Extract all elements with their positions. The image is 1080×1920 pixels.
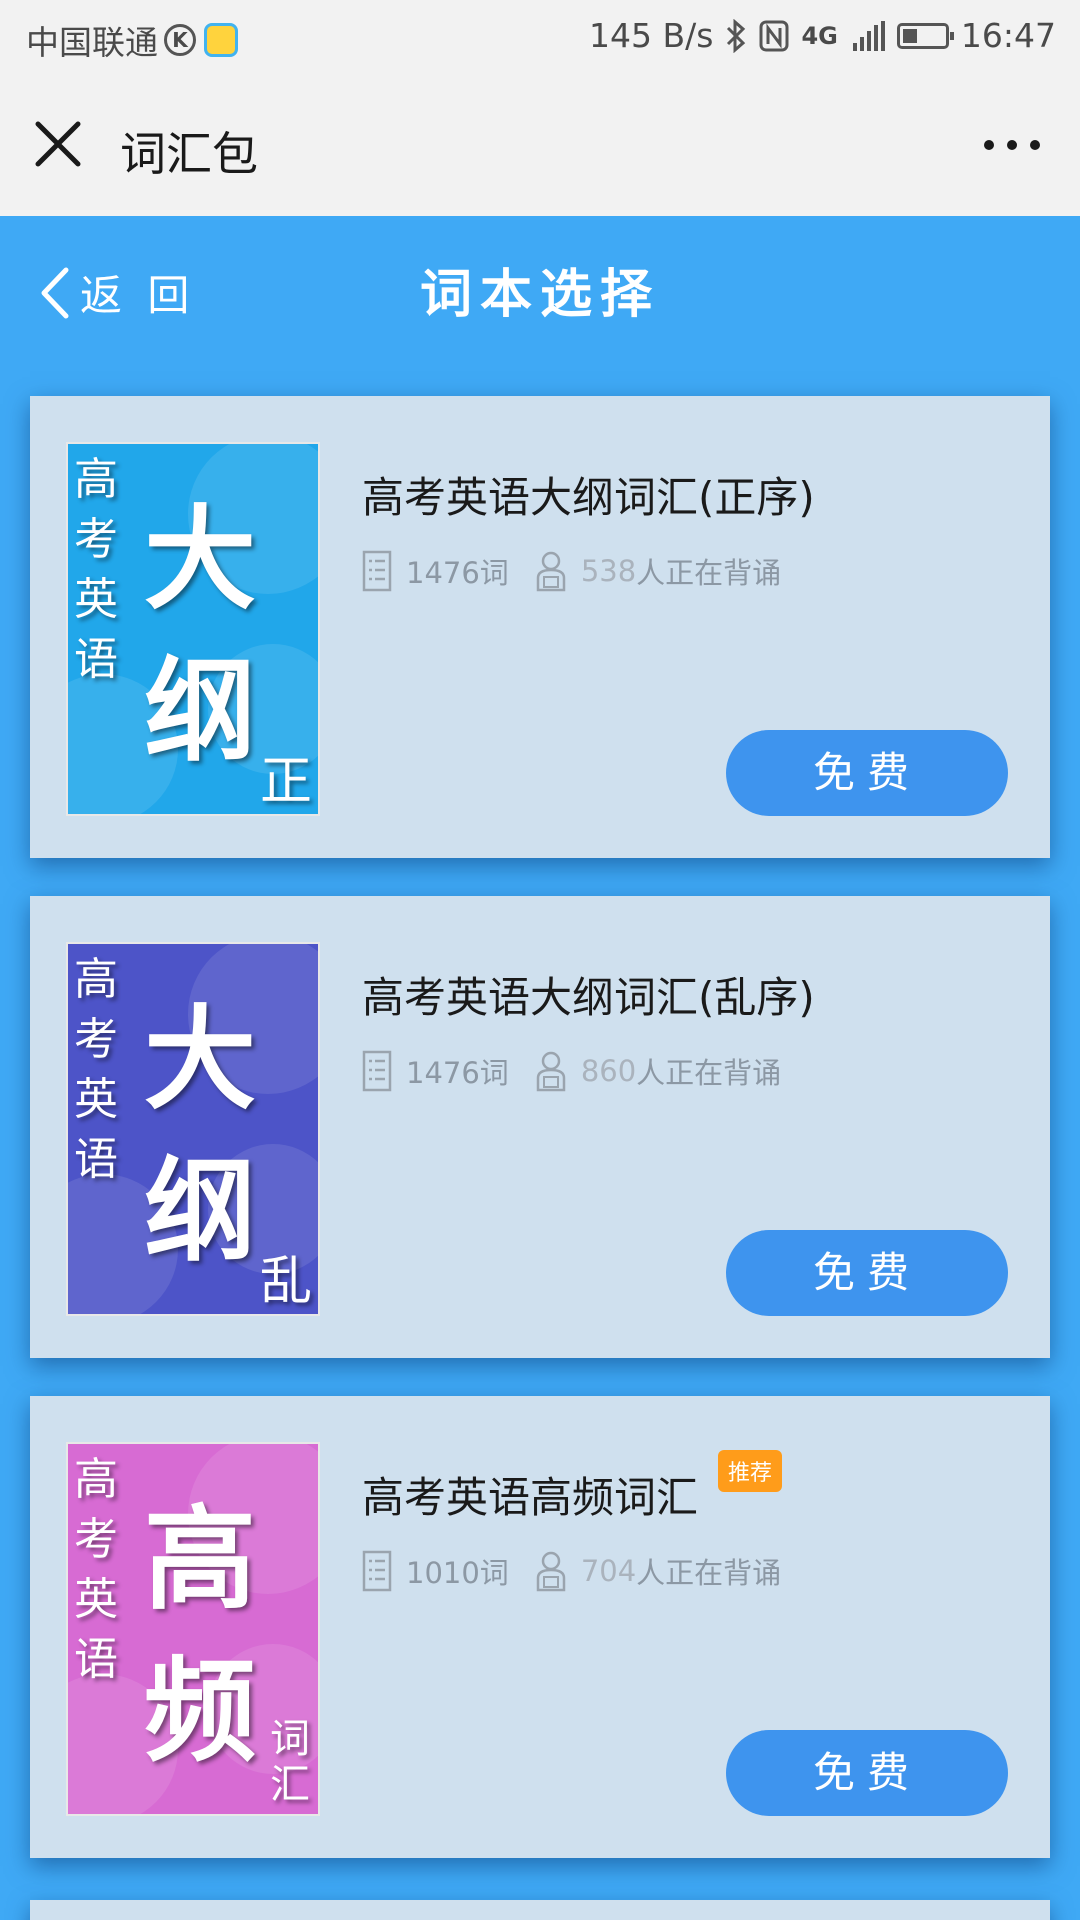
notification-app-icon <box>204 23 238 57</box>
close-icon[interactable] <box>30 116 86 172</box>
word-count: 1476词 <box>406 1056 509 1090</box>
net-speed: 145 B/s <box>589 16 714 55</box>
cover-side-text: 高考英语 <box>74 454 118 685</box>
more-icon[interactable] <box>982 138 1042 152</box>
cover-tag: 词汇 <box>270 1716 310 1808</box>
book-meta: 1476词 860 人正在背诵 <box>362 1050 781 1092</box>
book-card[interactable]: 高考英语 大纲 正 高考英语大纲词汇(正序) 1476词 538 人正在背诵 免… <box>30 396 1050 858</box>
cover-side-text: 高考英语 <box>74 1454 118 1685</box>
book-card[interactable]: 高考英语 高频 词汇 高考英语高频词汇 推荐 1010词 704 人正在背诵 免… <box>30 1396 1050 1858</box>
free-button[interactable]: 免费 <box>726 1730 1008 1816</box>
cover-big-text: 高频 <box>144 1494 256 1777</box>
app-title: 词汇包 <box>120 127 258 181</box>
book-title: 高考英语高频词汇 <box>362 1473 699 1522</box>
book-meta: 1476词 538 人正在背诵 <box>362 550 781 592</box>
book-cover: 高考英语 大纲 正 <box>66 442 320 816</box>
status-right: 145 B/s 4G 16:47 <box>577 16 1056 55</box>
free-button[interactable]: 免费 <box>726 730 1008 816</box>
cover-big-text: 大纲 <box>144 494 256 777</box>
page-title: 词本选择 <box>419 265 660 325</box>
learners-count: 704 <box>580 1554 637 1588</box>
clock: 16:47 <box>960 16 1056 55</box>
signal-icon <box>850 20 885 51</box>
cover-tag: 正 <box>260 752 313 812</box>
battery-icon <box>896 22 954 49</box>
book-card[interactable]: 高考英语 大纲 乱 高考英语大纲词汇(乱序) 1476词 860 人正在背诵 免… <box>30 896 1050 1358</box>
nfc-icon <box>759 20 789 51</box>
status-left: 中国联通 K <box>26 16 238 64</box>
reader-icon <box>536 1051 566 1092</box>
word-list-icon <box>362 1550 392 1592</box>
book-meta: 1010词 704 人正在背诵 <box>362 1550 781 1592</box>
word-list-icon <box>362 1050 392 1092</box>
book-title: 高考英语大纲词汇(乱序) <box>362 973 815 1022</box>
k-badge-icon: K <box>164 24 196 56</box>
page-nav: 返 回 词本选择 <box>0 216 1080 360</box>
cover-big-text: 大纲 <box>144 994 256 1277</box>
word-count: 1476词 <box>406 556 509 590</box>
cover-tag: 乱 <box>260 1252 313 1312</box>
learners-suffix: 人正在背诵 <box>636 1556 782 1590</box>
book-cover: 高考英语 高频 词汇 <box>66 1442 320 1816</box>
reader-icon <box>536 1551 566 1592</box>
book-title: 高考英语大纲词汇(正序) <box>362 473 815 522</box>
word-list-icon <box>362 550 392 592</box>
word-count: 1010词 <box>406 1556 509 1590</box>
free-button[interactable]: 免费 <box>726 1230 1008 1316</box>
book-card-partial[interactable] <box>30 1900 1050 1920</box>
learners-count: 538 <box>580 554 637 588</box>
status-bar: 中国联通 K 145 B/s 4G 16:47 <box>0 0 1080 74</box>
bluetooth-icon <box>727 18 746 53</box>
learners-count: 860 <box>580 1054 637 1088</box>
book-cover: 高考英语 大纲 乱 <box>66 942 320 1316</box>
carrier-name: 中国联通 <box>26 23 158 62</box>
app-header: 词汇包 <box>0 74 1080 216</box>
learners-suffix: 人正在背诵 <box>636 1056 782 1090</box>
recommend-badge: 推荐 <box>718 1450 783 1492</box>
network-type: 4G <box>801 21 838 50</box>
learners-suffix: 人正在背诵 <box>636 556 782 590</box>
cover-side-text: 高考英语 <box>74 954 118 1185</box>
reader-icon <box>536 551 566 592</box>
